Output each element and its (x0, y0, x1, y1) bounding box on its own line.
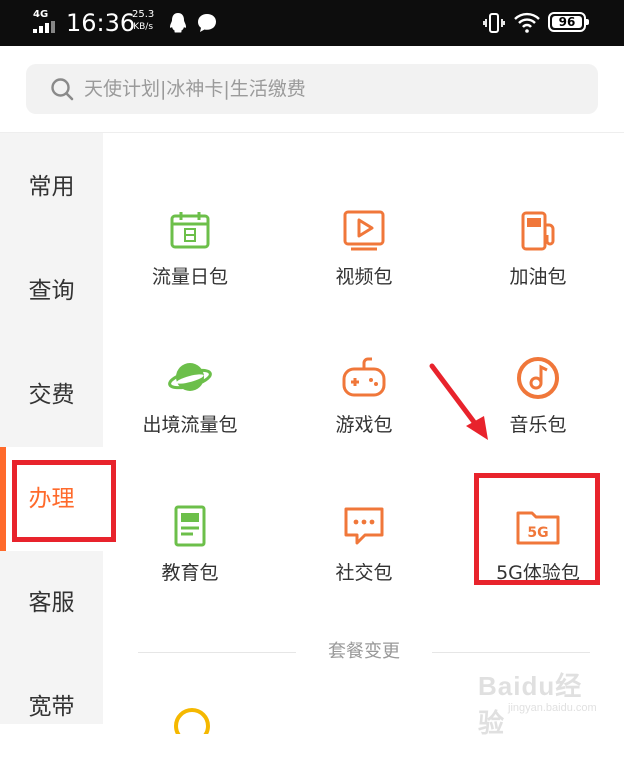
book-icon (174, 505, 206, 547)
search-placeholder: 天使计划|冰神卡|生活缴费 (84, 78, 306, 100)
active-indicator (0, 447, 6, 551)
grid-item-daily-data[interactable]: 流量日包 (103, 207, 277, 327)
grid-item-5g-trial[interactable]: 5G 5G体验包 (451, 503, 624, 623)
section-title-package-change: 套餐变更 (328, 641, 400, 662)
chat-bubble-icon (344, 507, 384, 545)
network-speed: 25.3 KB/s (132, 9, 154, 33)
battery-icon: 96 (548, 12, 589, 32)
grid-item-label: 视频包 (335, 266, 393, 288)
grid-item-music[interactable]: 音乐包 (451, 355, 624, 475)
battery-level: 96 (552, 16, 582, 28)
grid-item-label: 5G体验包 (496, 562, 580, 584)
grid-item-roaming[interactable]: 出境流量包 (103, 355, 277, 475)
grid-item-education[interactable]: 教育包 (103, 503, 277, 623)
baidu-watermark: Baidu经验 jingyan.baidu.com (478, 666, 608, 738)
divider-line-right (432, 652, 590, 653)
clock: 16:36 (66, 9, 136, 37)
grid-item-label: 加油包 (509, 266, 567, 288)
sidebar-item-broadband[interactable]: 宽带 (0, 655, 103, 759)
grid-item-label: 出境流量包 (142, 414, 238, 436)
fuel-pump-icon (521, 211, 555, 251)
calendar-icon (170, 212, 210, 249)
video-play-icon (343, 210, 385, 251)
qq-penguin-icon (170, 13, 186, 33)
divider-line-left (138, 652, 296, 653)
status-bar: 4G 16:36 25.3 KB/s 96 (0, 0, 624, 46)
music-disc-icon (517, 357, 559, 399)
sidebar-item-common[interactable]: 常用 (0, 135, 103, 239)
message-icon (198, 14, 216, 32)
grid-item-label: 游戏包 (335, 414, 393, 436)
search-icon (51, 78, 74, 101)
search-bar-container: 天使计划|冰神卡|生活缴费 (0, 46, 624, 133)
service-grid: 流量日包 视频包 加油包 出境流量包 游戏包 音乐包 教育包 社交包 5G 5G… (103, 133, 624, 724)
package-icon[interactable] (170, 704, 214, 734)
grid-item-game[interactable]: 游戏包 (277, 355, 451, 475)
sidebar-item-query[interactable]: 查询 (0, 239, 103, 343)
speed-unit: KB/s (133, 22, 154, 32)
signal-icon (33, 21, 59, 33)
speed-value: 25.3 (132, 9, 155, 20)
grid-item-social[interactable]: 社交包 (277, 503, 451, 623)
grid-item-label: 流量日包 (151, 266, 228, 288)
5g-folder-icon: 5G (516, 511, 560, 545)
grid-item-fuel[interactable]: 加油包 (451, 207, 624, 327)
gamepad-icon (342, 357, 386, 397)
sidebar-item-handle[interactable]: 办理 (0, 447, 103, 551)
sidebar-item-service[interactable]: 客服 (0, 551, 103, 655)
search-input[interactable]: 天使计划|冰神卡|生活缴费 (26, 64, 598, 114)
sidebar-item-payment[interactable]: 交费 (0, 343, 103, 447)
planet-icon (168, 363, 212, 391)
5g-icon-text: 5G (527, 525, 548, 541)
watermark-url: jingyan.baidu.com (508, 702, 597, 714)
network-type: 4G (33, 9, 49, 20)
category-sidebar: 常用 查询 交费 办理 客服 宽带 (0, 133, 103, 724)
vibrate-icon (483, 13, 505, 33)
grid-item-label: 社交包 (335, 562, 393, 584)
grid-item-video[interactable]: 视频包 (277, 207, 451, 327)
wifi-icon (514, 12, 540, 33)
grid-item-label: 音乐包 (509, 414, 567, 436)
grid-item-label: 教育包 (161, 562, 219, 584)
